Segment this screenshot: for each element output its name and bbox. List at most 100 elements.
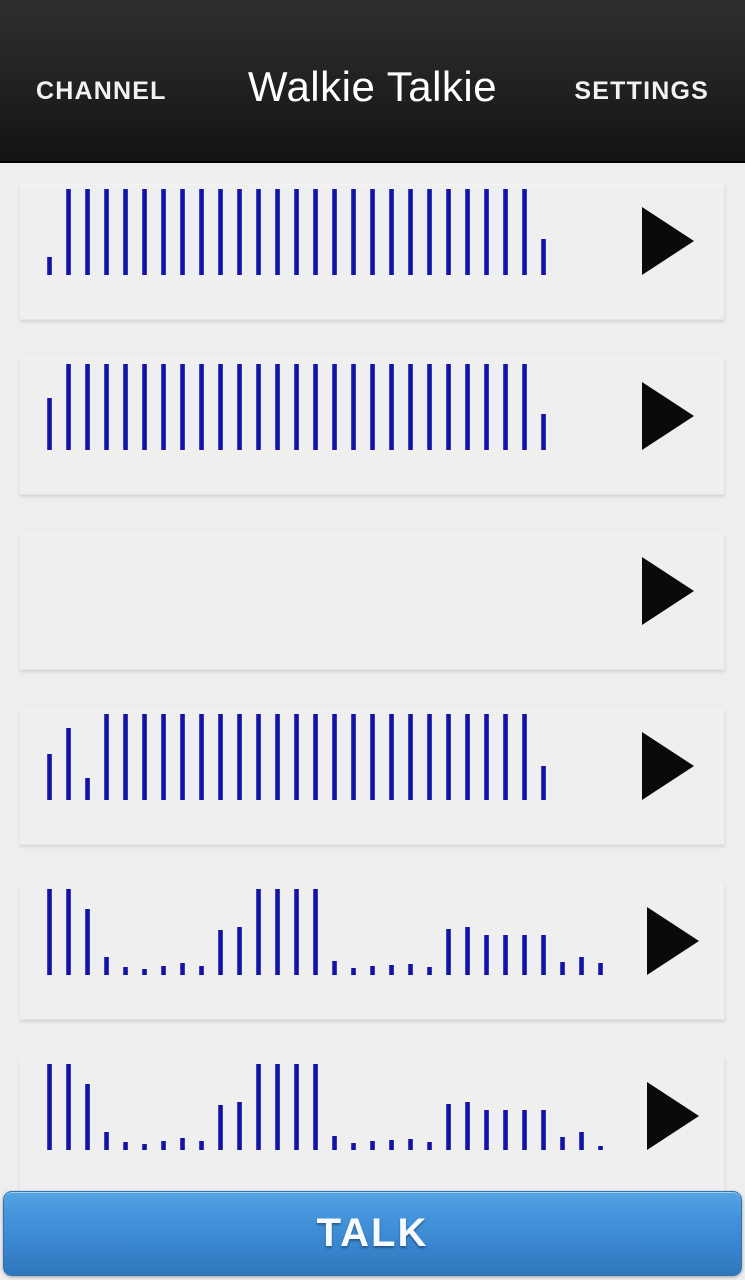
waveform-bar xyxy=(389,189,394,275)
waveform-bar xyxy=(541,239,546,275)
waveform xyxy=(21,185,608,297)
waveform-bar xyxy=(256,364,261,450)
play-icon xyxy=(642,557,694,625)
waveform-bar xyxy=(598,1146,603,1150)
waveform-bar xyxy=(541,414,546,450)
message-row[interactable] xyxy=(20,884,725,1020)
waveform xyxy=(21,885,617,997)
waveform-bar xyxy=(408,1139,413,1150)
waveform-bar xyxy=(541,935,546,975)
waveform-bar xyxy=(484,364,489,450)
waveform-bar xyxy=(427,714,432,800)
waveform-bar xyxy=(408,364,413,450)
waveform-bar xyxy=(104,364,109,450)
waveform-bar xyxy=(465,714,470,800)
waveform-bars xyxy=(47,889,617,997)
waveform-bar xyxy=(370,1141,375,1150)
waveform-bar xyxy=(47,889,52,975)
waveform-bar xyxy=(85,189,90,275)
waveform-bar xyxy=(313,1064,318,1150)
waveform-bar xyxy=(465,927,470,975)
talk-button[interactable]: TALK xyxy=(3,1191,742,1276)
waveform-bars xyxy=(47,1064,617,1172)
channel-button[interactable]: CHANNEL xyxy=(36,55,167,106)
waveform-bar xyxy=(275,714,280,800)
waveform-bar xyxy=(370,189,375,275)
waveform-bar xyxy=(503,714,508,800)
play-button[interactable] xyxy=(608,535,724,647)
waveform-bar xyxy=(541,1110,546,1150)
play-icon xyxy=(646,1082,699,1150)
waveform-bar xyxy=(256,1064,261,1150)
waveform-bar xyxy=(465,189,470,275)
waveform-bar xyxy=(351,968,356,975)
waveform-bar xyxy=(256,889,261,975)
waveform-bar xyxy=(446,364,451,450)
waveform-bar xyxy=(66,364,71,450)
waveform-bar xyxy=(351,1143,356,1150)
play-button[interactable] xyxy=(608,710,724,822)
play-icon xyxy=(642,382,694,450)
waveform-bar xyxy=(123,189,128,275)
waveform-bar xyxy=(427,364,432,450)
waveform-bar xyxy=(104,189,109,275)
play-button[interactable] xyxy=(608,360,724,472)
waveform-bar xyxy=(47,398,52,450)
waveform-bar xyxy=(294,1064,299,1150)
waveform-bar xyxy=(313,189,318,275)
waveform-bar xyxy=(218,714,223,800)
waveform-bar xyxy=(484,1110,489,1150)
message-list xyxy=(0,163,745,1280)
waveform-bar xyxy=(503,364,508,450)
waveform-bar xyxy=(199,966,204,975)
waveform-bar xyxy=(408,714,413,800)
settings-button[interactable]: SETTINGS xyxy=(574,55,709,106)
waveform-bar xyxy=(237,714,242,800)
waveform-bar xyxy=(218,364,223,450)
waveform-bar xyxy=(446,929,451,975)
waveform-bar xyxy=(389,364,394,450)
message-row[interactable] xyxy=(20,709,725,845)
waveform-bar xyxy=(237,364,242,450)
waveform-bar xyxy=(408,189,413,275)
waveform-bar xyxy=(351,364,356,450)
waveform-bar xyxy=(446,1104,451,1150)
waveform-bar xyxy=(199,189,204,275)
waveform-bar xyxy=(161,364,166,450)
waveform-bar xyxy=(408,964,413,975)
waveform-bar xyxy=(123,1142,128,1150)
waveform-bar xyxy=(332,1136,337,1150)
play-button[interactable] xyxy=(617,885,724,997)
waveform-bar xyxy=(522,935,527,975)
waveform-bar xyxy=(199,1141,204,1150)
waveform-bar xyxy=(275,889,280,975)
waveform-bar xyxy=(180,963,185,975)
waveform xyxy=(21,1060,617,1172)
play-button[interactable] xyxy=(617,1060,724,1172)
play-button[interactable] xyxy=(608,185,724,297)
waveform-bar xyxy=(237,1102,242,1150)
waveform-bar xyxy=(484,714,489,800)
waveform-bar xyxy=(199,364,204,450)
waveform-bar xyxy=(294,889,299,975)
waveform-bar xyxy=(85,364,90,450)
message-row[interactable] xyxy=(20,534,725,670)
play-icon xyxy=(646,907,699,975)
message-row[interactable] xyxy=(20,1059,725,1195)
play-icon xyxy=(642,732,694,800)
waveform-bars xyxy=(47,364,608,472)
waveform-bar xyxy=(142,969,147,975)
waveform-bar xyxy=(465,364,470,450)
waveform-bar xyxy=(579,1132,584,1150)
waveform xyxy=(21,535,608,647)
waveform-bar xyxy=(47,1064,52,1150)
message-row[interactable] xyxy=(20,184,725,320)
waveform-bar xyxy=(313,364,318,450)
waveform-bar xyxy=(85,778,90,800)
waveform-bar xyxy=(370,966,375,975)
waveform-bar xyxy=(218,1105,223,1150)
waveform-bar xyxy=(465,1102,470,1150)
waveform-bar xyxy=(370,364,375,450)
waveform-bar xyxy=(256,189,261,275)
message-row[interactable] xyxy=(20,359,725,495)
